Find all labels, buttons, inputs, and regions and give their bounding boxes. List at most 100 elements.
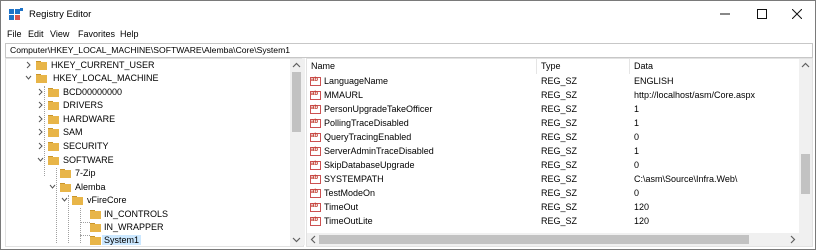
value-type: REG_SZ	[541, 132, 578, 142]
chevron-down-icon[interactable]	[48, 182, 57, 192]
tree-item-label: HARDWARE	[63, 114, 116, 124]
menu-edit[interactable]: Edit	[28, 29, 44, 39]
chevron-right-icon[interactable]	[24, 60, 33, 70]
tree-item-alemba[interactable]: Alemba	[6, 181, 289, 194]
string-value-icon: ab	[310, 77, 321, 86]
maximize-button[interactable]	[744, 1, 780, 27]
value-data: 0	[634, 188, 640, 198]
value-row[interactable]: ab MMAURL REG_SZ http://localhost/asm/Co…	[307, 89, 799, 102]
menu-file[interactable]: File	[7, 29, 22, 39]
folder-icon	[48, 128, 59, 137]
value-row[interactable]: ab PersonUpgradeTakeOfficer REG_SZ 1	[307, 103, 799, 116]
string-value-icon: ab	[310, 133, 321, 142]
menu-bar: File Edit View Favorites Help	[1, 27, 815, 42]
scroll-up-icon[interactable]	[801, 61, 810, 70]
value-row[interactable]: ab TimeOut REG_SZ 120	[307, 201, 799, 214]
registry-editor-window: Registry Editor File Edit View Favorites…	[0, 0, 816, 250]
close-button[interactable]	[779, 1, 815, 27]
value-row[interactable]: ab SkipDatabaseUpgrade REG_SZ 0	[307, 159, 799, 172]
menu-favorites[interactable]: Favorites	[78, 29, 115, 39]
value-row[interactable]: ab LanguageName REG_SZ ENGLISH	[307, 75, 799, 88]
tree-item-software[interactable]: SOFTWARE	[6, 154, 289, 167]
tree-item-system1[interactable]: System1	[6, 234, 289, 246]
value-type: REG_SZ	[541, 216, 578, 226]
value-type: REG_SZ	[541, 104, 578, 114]
folder-icon	[36, 74, 47, 83]
folder-icon	[90, 236, 101, 245]
tree-item-bcd00000000[interactable]: BCD00000000	[6, 86, 289, 99]
chevron-down-icon[interactable]	[36, 155, 45, 165]
value-type: REG_SZ	[541, 174, 578, 184]
tree-item-label: IN_WRAPPER	[104, 222, 164, 232]
tree-item-7-zip[interactable]: 7-Zip	[6, 167, 289, 180]
column-header-name[interactable]: Name	[307, 59, 537, 74]
tree-item-label: SECURITY	[63, 141, 109, 151]
title-bar[interactable]: Registry Editor	[1, 1, 815, 27]
pane-splitter[interactable]	[302, 58, 305, 245]
value-data: 1	[634, 118, 640, 128]
chevron-right-icon[interactable]	[36, 141, 45, 151]
tree-item-in-wrapper[interactable]: IN_WRAPPER	[6, 221, 289, 234]
tree-item-in-controls[interactable]: IN_CONTROLS	[6, 208, 289, 221]
chevron-right-icon[interactable]	[36, 127, 45, 137]
values-vertical-scrollbar[interactable]	[799, 59, 812, 246]
value-row[interactable]: ab QueryTracingEnabled REG_SZ 0	[307, 131, 799, 144]
tree-item-hkey-current-user[interactable]: HKEY_CURRENT_USER	[6, 59, 289, 72]
value-type: REG_SZ	[541, 118, 578, 128]
folder-icon	[60, 169, 71, 178]
column-header-data[interactable]: Data	[630, 59, 799, 74]
value-name: PollingTraceDisabled	[324, 118, 409, 128]
tree-item-hkey-local-machine[interactable]: HKEY_LOCAL_MACHINE	[6, 72, 289, 85]
tree-item-hardware[interactable]: HARDWARE	[6, 113, 289, 126]
address-bar[interactable]: Computer\HKEY_LOCAL_MACHINE\SOFTWARE\Ale…	[5, 43, 813, 58]
chevron-down-icon[interactable]	[24, 73, 33, 83]
tree-item-label: SAM	[63, 127, 83, 137]
chevron-down-icon[interactable]	[60, 195, 69, 205]
values-pane[interactable]: Name Type Data ab LanguageName REG_SZ EN…	[306, 58, 813, 247]
scroll-down-icon[interactable]	[292, 235, 301, 244]
value-data: 1	[634, 146, 640, 156]
value-data: C:\asm\Source\Infra.Web\	[634, 174, 738, 184]
tree-item-label: Alemba	[75, 182, 106, 192]
value-data: http://localhost/asm/Core.aspx	[634, 90, 756, 100]
key-tree-pane[interactable]: HKEY_CURRENT_USER HKEY_LOCAL_MACHINE BCD…	[5, 58, 304, 247]
values-horizontal-scrollbar[interactable]	[307, 233, 799, 246]
value-data: 0	[634, 160, 640, 170]
folder-icon	[48, 142, 59, 151]
chevron-right-icon[interactable]	[36, 100, 45, 110]
scrollbar-thumb[interactable]	[292, 72, 301, 132]
value-row[interactable]: ab SYSTEMPATH REG_SZ C:\asm\Source\Infra…	[307, 173, 799, 186]
folder-icon	[72, 196, 83, 205]
value-name: TimeOutLite	[324, 216, 373, 226]
scrollbar-thumb[interactable]	[801, 154, 810, 194]
chevron-right-icon[interactable]	[36, 87, 45, 97]
value-name: TestModeOn	[324, 188, 376, 198]
value-name: TimeOut	[324, 202, 359, 212]
menu-help[interactable]: Help	[120, 29, 139, 39]
tree-item-sam[interactable]: SAM	[6, 126, 289, 139]
minimize-icon	[720, 13, 730, 15]
value-row[interactable]: ab TimeOutLite REG_SZ 120	[307, 215, 799, 228]
tree-item-vfirecore[interactable]: vFireCore	[6, 194, 289, 207]
value-row[interactable]: ab PollingTraceDisabled REG_SZ 1	[307, 117, 799, 130]
folder-icon	[48, 88, 59, 97]
value-row[interactable]: ab ServerAdminTraceDisabled REG_SZ 1	[307, 145, 799, 158]
registry-editor-icon	[9, 8, 23, 20]
tree-item-drivers[interactable]: DRIVERS	[6, 99, 289, 112]
tree-item-security[interactable]: SECURITY	[6, 140, 289, 153]
value-name: SkipDatabaseUpgrade	[324, 160, 415, 170]
menu-view[interactable]: View	[50, 29, 69, 39]
minimize-button[interactable]	[707, 1, 743, 27]
chevron-right-icon[interactable]	[36, 114, 45, 124]
column-header-type[interactable]: Type	[537, 59, 630, 74]
scroll-up-icon[interactable]	[292, 61, 301, 70]
scroll-right-icon[interactable]	[788, 235, 797, 244]
value-name: SYSTEMPATH	[324, 174, 384, 184]
value-row[interactable]: ab TestModeOn REG_SZ 0	[307, 187, 799, 200]
folder-icon	[60, 183, 71, 192]
scrollbar-thumb[interactable]	[319, 235, 749, 244]
scroll-left-icon[interactable]	[309, 235, 318, 244]
folder-icon	[36, 61, 47, 70]
value-data: 0	[634, 132, 640, 142]
value-data: ENGLISH	[634, 76, 674, 86]
